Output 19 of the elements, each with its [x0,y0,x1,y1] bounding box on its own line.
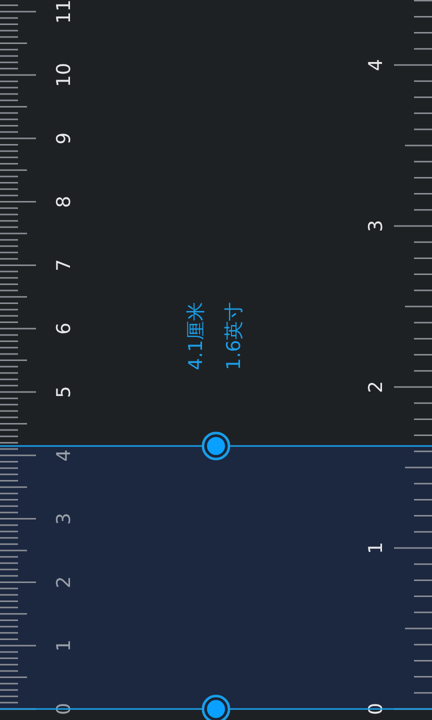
scale-number: 9 [53,132,75,144]
centimeter-reading: 4.1厘米 [185,302,207,370]
drag-handle[interactable] [202,432,230,460]
scale-number: 5 [53,386,75,398]
scale-number: 7 [53,259,75,272]
scale-number: 4 [365,58,387,72]
scale-number: 3 [365,220,387,232]
scale-number: 4 [53,449,75,462]
scale-number: 8 [53,196,75,208]
scale-number: 6 [53,322,75,335]
scale-number: 11 [53,0,75,24]
inch-reading: 1.6英寸 [223,302,245,370]
scale-number: 2 [365,380,387,394]
scale-number: 2 [53,576,75,588]
scale-number: 1 [53,640,75,652]
scale-number: 10 [53,62,75,88]
drag-handle[interactable] [202,694,230,720]
scale-number: 1 [365,542,387,554]
scale-number: 3 [53,512,75,525]
